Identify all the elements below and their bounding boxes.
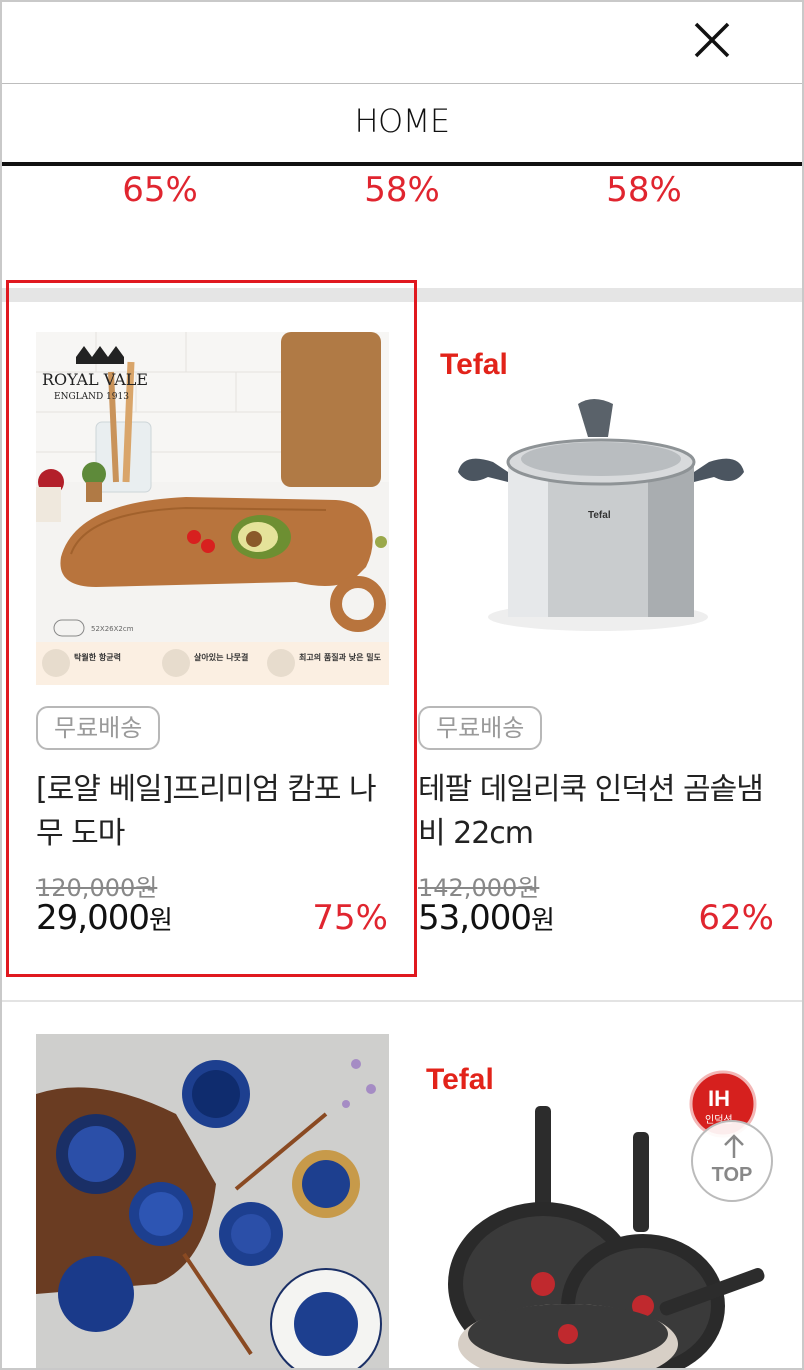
size-label: 52X26X2cm — [91, 625, 134, 633]
feature-label: 살아있는 나뭇결 — [194, 652, 248, 662]
feature-label: 최고의 품질과 낮은 밀도 — [299, 652, 382, 662]
scroll-top-button[interactable]: TOP — [691, 1120, 773, 1202]
discount-rate: 62% — [698, 898, 774, 938]
top-bar — [2, 2, 802, 84]
row-divider — [2, 1000, 802, 1002]
arrow-up-icon — [724, 1134, 744, 1158]
product-card[interactable]: ROYAL VALE ENGLAND 1913 52X26X2cm 탁월한 항균… — [6, 302, 392, 1000]
free-shipping-badge: 무료배송 — [36, 706, 161, 750]
tefal-logo: Tefal — [440, 348, 508, 381]
sale-price-unit: 원 — [148, 906, 173, 936]
product-card[interactable] — [6, 1004, 392, 1368]
product-name[interactable]: 테팔 데일리쿡 인덕션 곰솥냄비 22cm — [418, 768, 778, 856]
tefal-logo: Tefal — [426, 1063, 494, 1096]
product-image[interactable] — [36, 1034, 389, 1368]
product-image[interactable]: Tefal IH 인덕션 — [418, 1034, 771, 1368]
sale-price: 53,000원 — [418, 898, 555, 938]
discount-label: 65% — [122, 170, 198, 210]
ih-badge: IH — [708, 1086, 730, 1111]
feature-label: 탁월한 항균력 — [74, 652, 121, 662]
product-name[interactable]: [로얄 베일]프리미엄 캄포 나무 도마 — [36, 768, 386, 856]
discount-label: 58% — [364, 170, 440, 210]
app-frame: HOME 65% 58% 58% ROYAL VALE ENGLAND 1913… — [0, 0, 804, 1370]
tab-bar: HOME — [2, 84, 802, 166]
sale-price-unit: 원 — [530, 906, 555, 936]
scroll-top-label: TOP — [711, 1164, 753, 1186]
tab-home[interactable]: HOME — [2, 102, 802, 140]
discount-row: 65% 58% 58% — [2, 168, 802, 288]
close-button[interactable] — [692, 20, 732, 60]
product-card[interactable]: Tefal Tefal 무료배송 테팔 데일리쿡 인덕션 곰솥냄비 22cm 1… — [402, 302, 788, 1000]
brand-subtitle: ENGLAND 1913 — [54, 392, 129, 402]
free-shipping-badge: 무료배송 — [418, 706, 543, 750]
pot-logo: Tefal — [588, 510, 611, 521]
sale-price-value: 29,000 — [36, 898, 150, 938]
product-image[interactable]: ROYAL VALE ENGLAND 1913 52X26X2cm 탁월한 항균… — [36, 332, 389, 685]
discount-rate: 75% — [312, 898, 388, 938]
discount-label: 58% — [606, 170, 682, 210]
product-image[interactable]: Tefal Tefal — [418, 332, 771, 685]
brand-wordmark: ROYAL VALE — [42, 370, 148, 389]
sale-price: 29,000원 — [36, 898, 173, 938]
close-icon — [694, 22, 730, 58]
section-divider — [2, 288, 802, 302]
sale-price-value: 53,000 — [418, 898, 532, 938]
